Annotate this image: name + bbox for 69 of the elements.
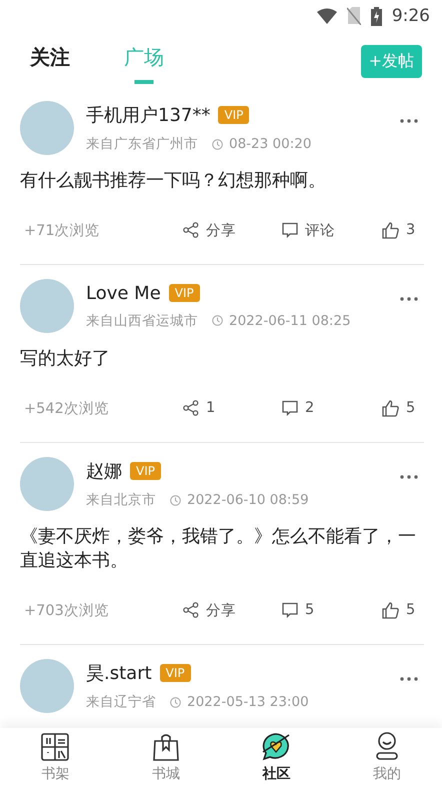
- more-icon[interactable]: [400, 677, 418, 681]
- clock-icon: [212, 138, 223, 150]
- nav-label: 我的: [372, 765, 401, 783]
- clock-icon: [170, 696, 181, 708]
- username: 手机用户137**: [86, 104, 210, 127]
- username: 昊.start: [86, 662, 152, 685]
- vip-badge: VIP: [160, 664, 191, 682]
- bookshelf-icon: [41, 732, 70, 760]
- view-count: +542次浏览: [24, 400, 110, 418]
- share-button[interactable]: 分享: [183, 220, 282, 240]
- nav-label: 书架: [41, 764, 70, 782]
- nav-tab[interactable]: 我的: [332, 728, 442, 787]
- thumbs-up-icon: [382, 602, 399, 618]
- avatar-photo-placeholder: [20, 659, 74, 713]
- location: 来自广东省广州市: [86, 135, 198, 153]
- comment-icon: [282, 222, 298, 238]
- vip-badge: VIP: [168, 284, 200, 302]
- nav-tab[interactable]: 书架: [0, 728, 110, 787]
- like-button[interactable]: 5: [382, 602, 424, 618]
- more-icon[interactable]: [400, 475, 418, 479]
- chat-heart-icon: [261, 732, 292, 761]
- more-icon[interactable]: [400, 119, 418, 123]
- status-time: 9:26: [392, 6, 430, 26]
- thumbs-up-icon: [382, 222, 399, 238]
- location: 来自辽宁省: [86, 693, 156, 711]
- avatar-photo-placeholder: [20, 457, 74, 511]
- share-icon: [183, 400, 199, 416]
- vip-badge: VIP: [218, 106, 250, 124]
- post-time: 2022-06-10 08:59: [187, 492, 309, 508]
- view-count: +71次浏览: [24, 222, 101, 240]
- location: 来自北京市: [86, 491, 156, 509]
- comment-button[interactable]: 评论: [282, 220, 382, 240]
- like-button[interactable]: 3: [382, 222, 424, 238]
- username: Love Me: [86, 282, 161, 304]
- vip-badge: VIP: [130, 462, 161, 480]
- comment-icon: [282, 400, 298, 416]
- wifi-icon: [316, 8, 337, 24]
- post-time: 2022-06-11 08:25: [229, 312, 351, 328]
- nav-tab[interactable]: 书城: [110, 728, 221, 787]
- thumbs-up-icon: [382, 400, 399, 416]
- share-icon: [183, 222, 199, 238]
- share-icon: [183, 602, 199, 618]
- share-button[interactable]: 分享: [183, 600, 282, 620]
- more-icon[interactable]: [400, 297, 418, 301]
- comment-icon: [282, 602, 298, 618]
- post-text: 写的太好了: [20, 347, 111, 371]
- comment-button[interactable]: 2: [282, 400, 382, 416]
- comment-button[interactable]: 5: [282, 602, 382, 618]
- nav-tab[interactable]: 社区: [221, 728, 332, 787]
- like-button[interactable]: 5: [382, 400, 424, 416]
- battery-charging-icon: [370, 6, 382, 26]
- post-text: 《妻不厌炸，娄爷，我错了。》怎么不能看了，一直追这本书。: [20, 525, 417, 573]
- no-sim-icon: [346, 7, 361, 25]
- avatar-photo-placeholder: [20, 101, 74, 155]
- post-text: 有什么靓书推荐一下吗？幻想那种啊。: [20, 169, 327, 193]
- post-time: 08-23 00:20: [229, 136, 312, 152]
- username: 赵娜: [86, 460, 122, 483]
- clock-icon: [212, 315, 223, 326]
- nav-label: 社区: [262, 765, 290, 783]
- post-time: 2022-05-13 23:00: [187, 694, 309, 710]
- nav-label: 书城: [152, 764, 180, 782]
- avatar-photo-placeholder: [20, 279, 74, 333]
- person-icon: [374, 732, 399, 761]
- tab[interactable]: 关注: [30, 42, 70, 84]
- shopping-bag-icon: [152, 732, 179, 760]
- clock-icon: [170, 494, 181, 506]
- location: 来自山西省运城市: [86, 312, 198, 330]
- view-count: +703次浏览: [24, 602, 110, 620]
- share-button[interactable]: 1: [183, 400, 282, 416]
